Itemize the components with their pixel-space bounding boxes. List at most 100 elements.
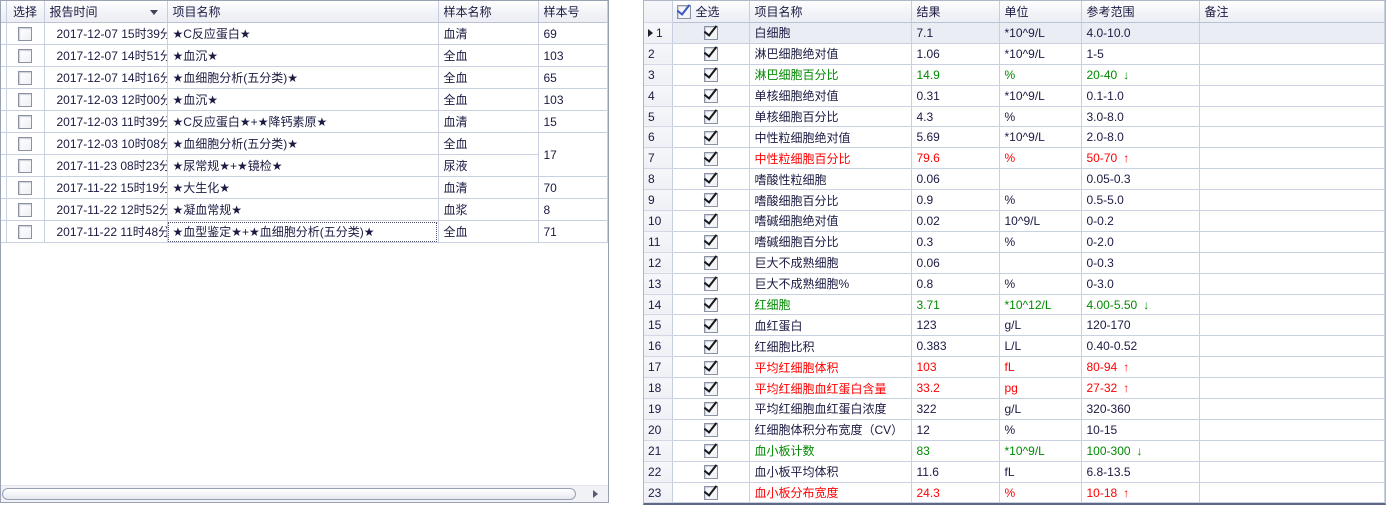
reference-range-cell[interactable]: 27-32↑ — [1081, 378, 1199, 399]
reference-range-cell[interactable]: 50-70↑ — [1081, 148, 1199, 169]
unit-cell[interactable]: pg — [999, 378, 1081, 399]
report-time-cell[interactable]: 2017-11-22 15时19分 — [44, 177, 167, 199]
report-row[interactable]: 2017-11-23 08时23分★尿常规★+★镜检★尿液 — [1, 155, 608, 177]
sample-name-cell[interactable]: 全血 — [438, 67, 538, 89]
result-cell[interactable]: 1.06 — [911, 43, 999, 64]
result-row[interactable]: 23血小板分布宽度24.3%10-18↑ — [644, 482, 1385, 503]
row-number-cell[interactable]: 5 — [644, 106, 672, 127]
reference-range-cell[interactable]: 0.40-0.52 — [1081, 336, 1199, 357]
select-cell[interactable] — [6, 23, 44, 45]
row-number-cell[interactable]: 16 — [644, 336, 672, 357]
item-name-cell[interactable]: ★血细胞分析(五分类)★ — [167, 67, 438, 89]
remark-cell[interactable] — [1199, 211, 1385, 232]
row-number-cell[interactable]: 14 — [644, 294, 672, 315]
row-checkbox[interactable] — [704, 47, 718, 61]
item-name-cell[interactable]: 白细胞 — [749, 23, 911, 44]
col-header-select-all[interactable]: 全选 — [672, 1, 749, 23]
item-name-cell[interactable]: ★C反应蛋白★+★降钙素原★ — [167, 111, 438, 133]
sample-no-cell[interactable]: 69 — [538, 23, 608, 45]
item-name-cell[interactable]: ★血沉★ — [167, 89, 438, 111]
select-cell[interactable] — [6, 45, 44, 67]
report-row[interactable]: 2017-11-22 11时48分★血型鉴定★+★血细胞分析(五分类)★全血71 — [1, 221, 608, 243]
remark-cell[interactable] — [1199, 252, 1385, 273]
row-select-checkbox[interactable] — [18, 115, 32, 129]
item-name-cell[interactable]: 中性粒细胞百分比 — [749, 148, 911, 169]
remark-cell[interactable] — [1199, 357, 1385, 378]
item-name-cell[interactable]: ★大生化★ — [167, 177, 438, 199]
check-cell[interactable] — [672, 148, 749, 169]
item-name-cell[interactable]: 单核细胞百分比 — [749, 106, 911, 127]
result-cell[interactable]: 7.1 — [911, 23, 999, 44]
sample-name-cell[interactable]: 全血 — [438, 45, 538, 67]
item-name-cell[interactable]: 平均红细胞血红蛋白含量 — [749, 378, 911, 399]
result-cell[interactable]: 322 — [911, 399, 999, 420]
result-row[interactable]: 13巨大不成熟细胞%0.8%0-3.0 — [644, 273, 1385, 294]
item-name-cell[interactable]: ★C反应蛋白★ — [167, 23, 438, 45]
reference-range-cell[interactable]: 0.05-0.3 — [1081, 169, 1199, 190]
col-header-unit[interactable]: 单位 — [999, 1, 1081, 23]
result-cell[interactable]: 14.9 — [911, 64, 999, 85]
select-cell[interactable] — [6, 221, 44, 243]
reference-range-cell[interactable]: 1-5 — [1081, 43, 1199, 64]
row-checkbox[interactable] — [704, 382, 718, 396]
result-row[interactable]: 21血小板计数83*10^9/L100-300↓ — [644, 440, 1385, 461]
sample-name-cell[interactable]: 全血 — [438, 133, 538, 155]
row-number-cell[interactable]: 23 — [644, 482, 672, 503]
item-name-cell[interactable]: 红细胞体积分布宽度（CV） — [749, 419, 911, 440]
result-cell[interactable]: 123 — [911, 315, 999, 336]
unit-cell[interactable]: fL — [999, 357, 1081, 378]
select-cell[interactable] — [6, 111, 44, 133]
remark-cell[interactable] — [1199, 64, 1385, 85]
item-name-cell[interactable]: 血红蛋白 — [749, 315, 911, 336]
unit-cell[interactable]: g/L — [999, 315, 1081, 336]
col-header-remark[interactable]: 备注 — [1199, 1, 1385, 23]
row-select-checkbox[interactable] — [18, 225, 32, 239]
report-row[interactable]: 2017-12-07 14时16分★血细胞分析(五分类)★全血65 — [1, 67, 608, 89]
remark-cell[interactable] — [1199, 273, 1385, 294]
item-name-cell[interactable]: ★凝血常规★ — [167, 199, 438, 221]
item-name-cell[interactable]: 巨大不成熟细胞 — [749, 252, 911, 273]
row-number-cell[interactable]: 20 — [644, 419, 672, 440]
remark-cell[interactable] — [1199, 106, 1385, 127]
result-cell[interactable]: 83 — [911, 440, 999, 461]
reference-range-cell[interactable]: 10-15 — [1081, 419, 1199, 440]
report-time-cell[interactable]: 2017-12-03 11时39分 — [44, 111, 167, 133]
item-name-cell[interactable]: 红细胞 — [749, 294, 911, 315]
item-name-cell[interactable]: 中性粒细胞绝对值 — [749, 127, 911, 148]
col-header-sample-no[interactable]: 样本号 — [538, 1, 608, 23]
item-name-cell[interactable]: 血小板分布宽度 — [749, 482, 911, 503]
row-number-cell[interactable]: 1 — [644, 23, 672, 44]
row-checkbox[interactable] — [704, 277, 718, 291]
sort-descending-icon[interactable] — [150, 10, 158, 15]
result-row[interactable]: 4单核细胞绝对值0.31*10^9/L0.1-1.0 — [644, 85, 1385, 106]
col-header-sample-name[interactable]: 样本名称 — [438, 1, 538, 23]
result-cell[interactable]: 33.2 — [911, 378, 999, 399]
report-row[interactable]: 2017-12-07 14时51分★血沉★全血103 — [1, 45, 608, 67]
row-number-cell[interactable]: 15 — [644, 315, 672, 336]
row-checkbox[interactable] — [704, 423, 718, 437]
unit-cell[interactable]: % — [999, 419, 1081, 440]
row-number-cell[interactable]: 21 — [644, 440, 672, 461]
row-number-cell[interactable]: 13 — [644, 273, 672, 294]
unit-cell[interactable]: *10^9/L — [999, 43, 1081, 64]
row-number-cell[interactable]: 22 — [644, 461, 672, 482]
report-time-cell[interactable]: 2017-12-07 14时51分 — [44, 45, 167, 67]
remark-cell[interactable] — [1199, 127, 1385, 148]
reference-range-cell[interactable]: 120-170 — [1081, 315, 1199, 336]
row-number-cell[interactable]: 3 — [644, 64, 672, 85]
result-row[interactable]: 15 血红蛋白123g/L120-170 — [644, 315, 1385, 336]
sample-name-cell[interactable]: 血清 — [438, 111, 538, 133]
result-row[interactable]: 10嗜碱细胞绝对值0.0210^9/L0-0.2 — [644, 211, 1385, 232]
reference-range-cell[interactable]: 4.00-5.50↓ — [1081, 294, 1199, 315]
row-checkbox[interactable] — [704, 193, 718, 207]
row-checkbox[interactable] — [704, 235, 718, 249]
row-checkbox[interactable] — [704, 444, 718, 458]
horizontal-scrollbar[interactable] — [1, 485, 608, 502]
item-name-cell[interactable]: 巨大不成熟细胞% — [749, 273, 911, 294]
col-header-reference-range[interactable]: 参考范围 — [1081, 1, 1199, 23]
unit-cell[interactable]: % — [999, 64, 1081, 85]
row-checkbox[interactable] — [704, 89, 718, 103]
row-number-cell[interactable]: 12 — [644, 252, 672, 273]
remark-cell[interactable] — [1199, 85, 1385, 106]
result-cell[interactable]: 4.3 — [911, 106, 999, 127]
